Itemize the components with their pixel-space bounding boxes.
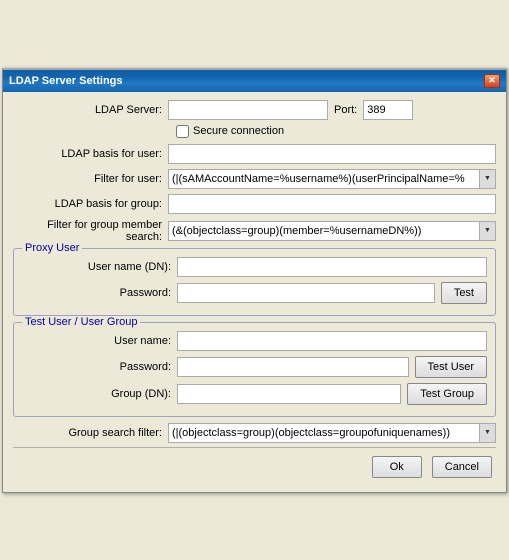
test-group-input[interactable] xyxy=(177,384,401,404)
proxy-username-row: User name (DN): xyxy=(22,257,487,277)
group-search-row: Group search filter: (|(objectclass=grou… xyxy=(13,423,496,443)
ldap-basis-group-label: LDAP basis for group: xyxy=(13,198,168,210)
footer-buttons: Ok Cancel xyxy=(13,452,496,484)
filter-user-value: (|(sAMAccountName=%username%)(userPrinci… xyxy=(169,172,479,186)
ldap-basis-user-input[interactable] xyxy=(168,144,496,164)
secure-connection-row: Secure connection xyxy=(13,125,496,138)
test-user-section: Test User / User Group User name: Passwo… xyxy=(13,322,496,417)
secure-checkbox[interactable] xyxy=(176,125,189,138)
ldap-settings-window: LDAP Server Settings ✕ LDAP Server: Port… xyxy=(2,68,507,493)
test-group-label: Group (DN): xyxy=(22,388,177,400)
group-search-dropdown[interactable]: (|(objectclass=group)(objectclass=groupo… xyxy=(168,423,496,443)
filter-user-row: Filter for user: (|(sAMAccountName=%user… xyxy=(13,169,496,189)
ldap-basis-user-label: LDAP basis for user: xyxy=(13,148,168,160)
test-user-content: User name: Password: Test User Group (DN… xyxy=(22,331,487,405)
secure-label: Secure connection xyxy=(193,125,284,137)
test-user-button[interactable]: Test User xyxy=(415,356,487,378)
test-group-button[interactable]: Test Group xyxy=(407,383,487,405)
test-username-label: User name: xyxy=(22,335,177,347)
close-button[interactable]: ✕ xyxy=(484,74,500,88)
proxy-user-section: Proxy User User name (DN): Password: Tes… xyxy=(13,248,496,316)
form-content: LDAP Server: Port: Secure connection LDA… xyxy=(3,92,506,492)
ldap-server-input[interactable] xyxy=(168,100,328,120)
window-title: LDAP Server Settings xyxy=(9,75,123,87)
filter-group-value: (&(objectclass=group)(member=%usernameDN… xyxy=(169,224,479,238)
group-search-arrow[interactable] xyxy=(479,424,495,442)
proxy-user-title: Proxy User xyxy=(22,242,82,254)
ldap-basis-group-input[interactable] xyxy=(168,194,496,214)
filter-group-dropdown[interactable]: (&(objectclass=group)(member=%usernameDN… xyxy=(168,221,496,241)
test-username-input[interactable] xyxy=(177,331,487,351)
proxy-password-input[interactable] xyxy=(177,283,435,303)
proxy-username-input[interactable] xyxy=(177,257,487,277)
group-search-value: (|(objectclass=group)(objectclass=groupo… xyxy=(169,426,479,440)
proxy-password-row: Password: Test xyxy=(22,282,487,304)
title-bar: LDAP Server Settings ✕ xyxy=(3,70,506,92)
filter-user-label: Filter for user: xyxy=(13,173,168,185)
group-search-label: Group search filter: xyxy=(13,427,168,439)
port-input[interactable] xyxy=(363,100,413,120)
ok-button[interactable]: Ok xyxy=(372,456,422,478)
cancel-button[interactable]: Cancel xyxy=(432,456,492,478)
test-group-row: Group (DN): Test Group xyxy=(22,383,487,405)
proxy-user-content: User name (DN): Password: Test xyxy=(22,257,487,304)
proxy-password-label: Password: xyxy=(22,287,177,299)
ldap-server-label: LDAP Server: xyxy=(13,104,168,116)
proxy-test-button[interactable]: Test xyxy=(441,282,487,304)
ldap-basis-user-row: LDAP basis for user: xyxy=(13,144,496,164)
test-password-label: Password: xyxy=(22,361,177,373)
test-user-title: Test User / User Group xyxy=(22,316,140,328)
filter-user-dropdown[interactable]: (|(sAMAccountName=%username%)(userPrinci… xyxy=(168,169,496,189)
test-username-row: User name: xyxy=(22,331,487,351)
test-password-input[interactable] xyxy=(177,357,409,377)
port-label: Port: xyxy=(328,104,363,116)
ldap-server-row: LDAP Server: Port: xyxy=(13,100,496,120)
filter-group-arrow[interactable] xyxy=(479,222,495,240)
footer-separator xyxy=(13,447,496,448)
filter-user-arrow[interactable] xyxy=(479,170,495,188)
proxy-username-label: User name (DN): xyxy=(22,261,177,273)
test-password-row: Password: Test User xyxy=(22,356,487,378)
ldap-basis-group-row: LDAP basis for group: xyxy=(13,194,496,214)
filter-group-label: Filter for group member search: xyxy=(13,219,168,243)
filter-group-row: Filter for group member search: (&(objec… xyxy=(13,219,496,243)
